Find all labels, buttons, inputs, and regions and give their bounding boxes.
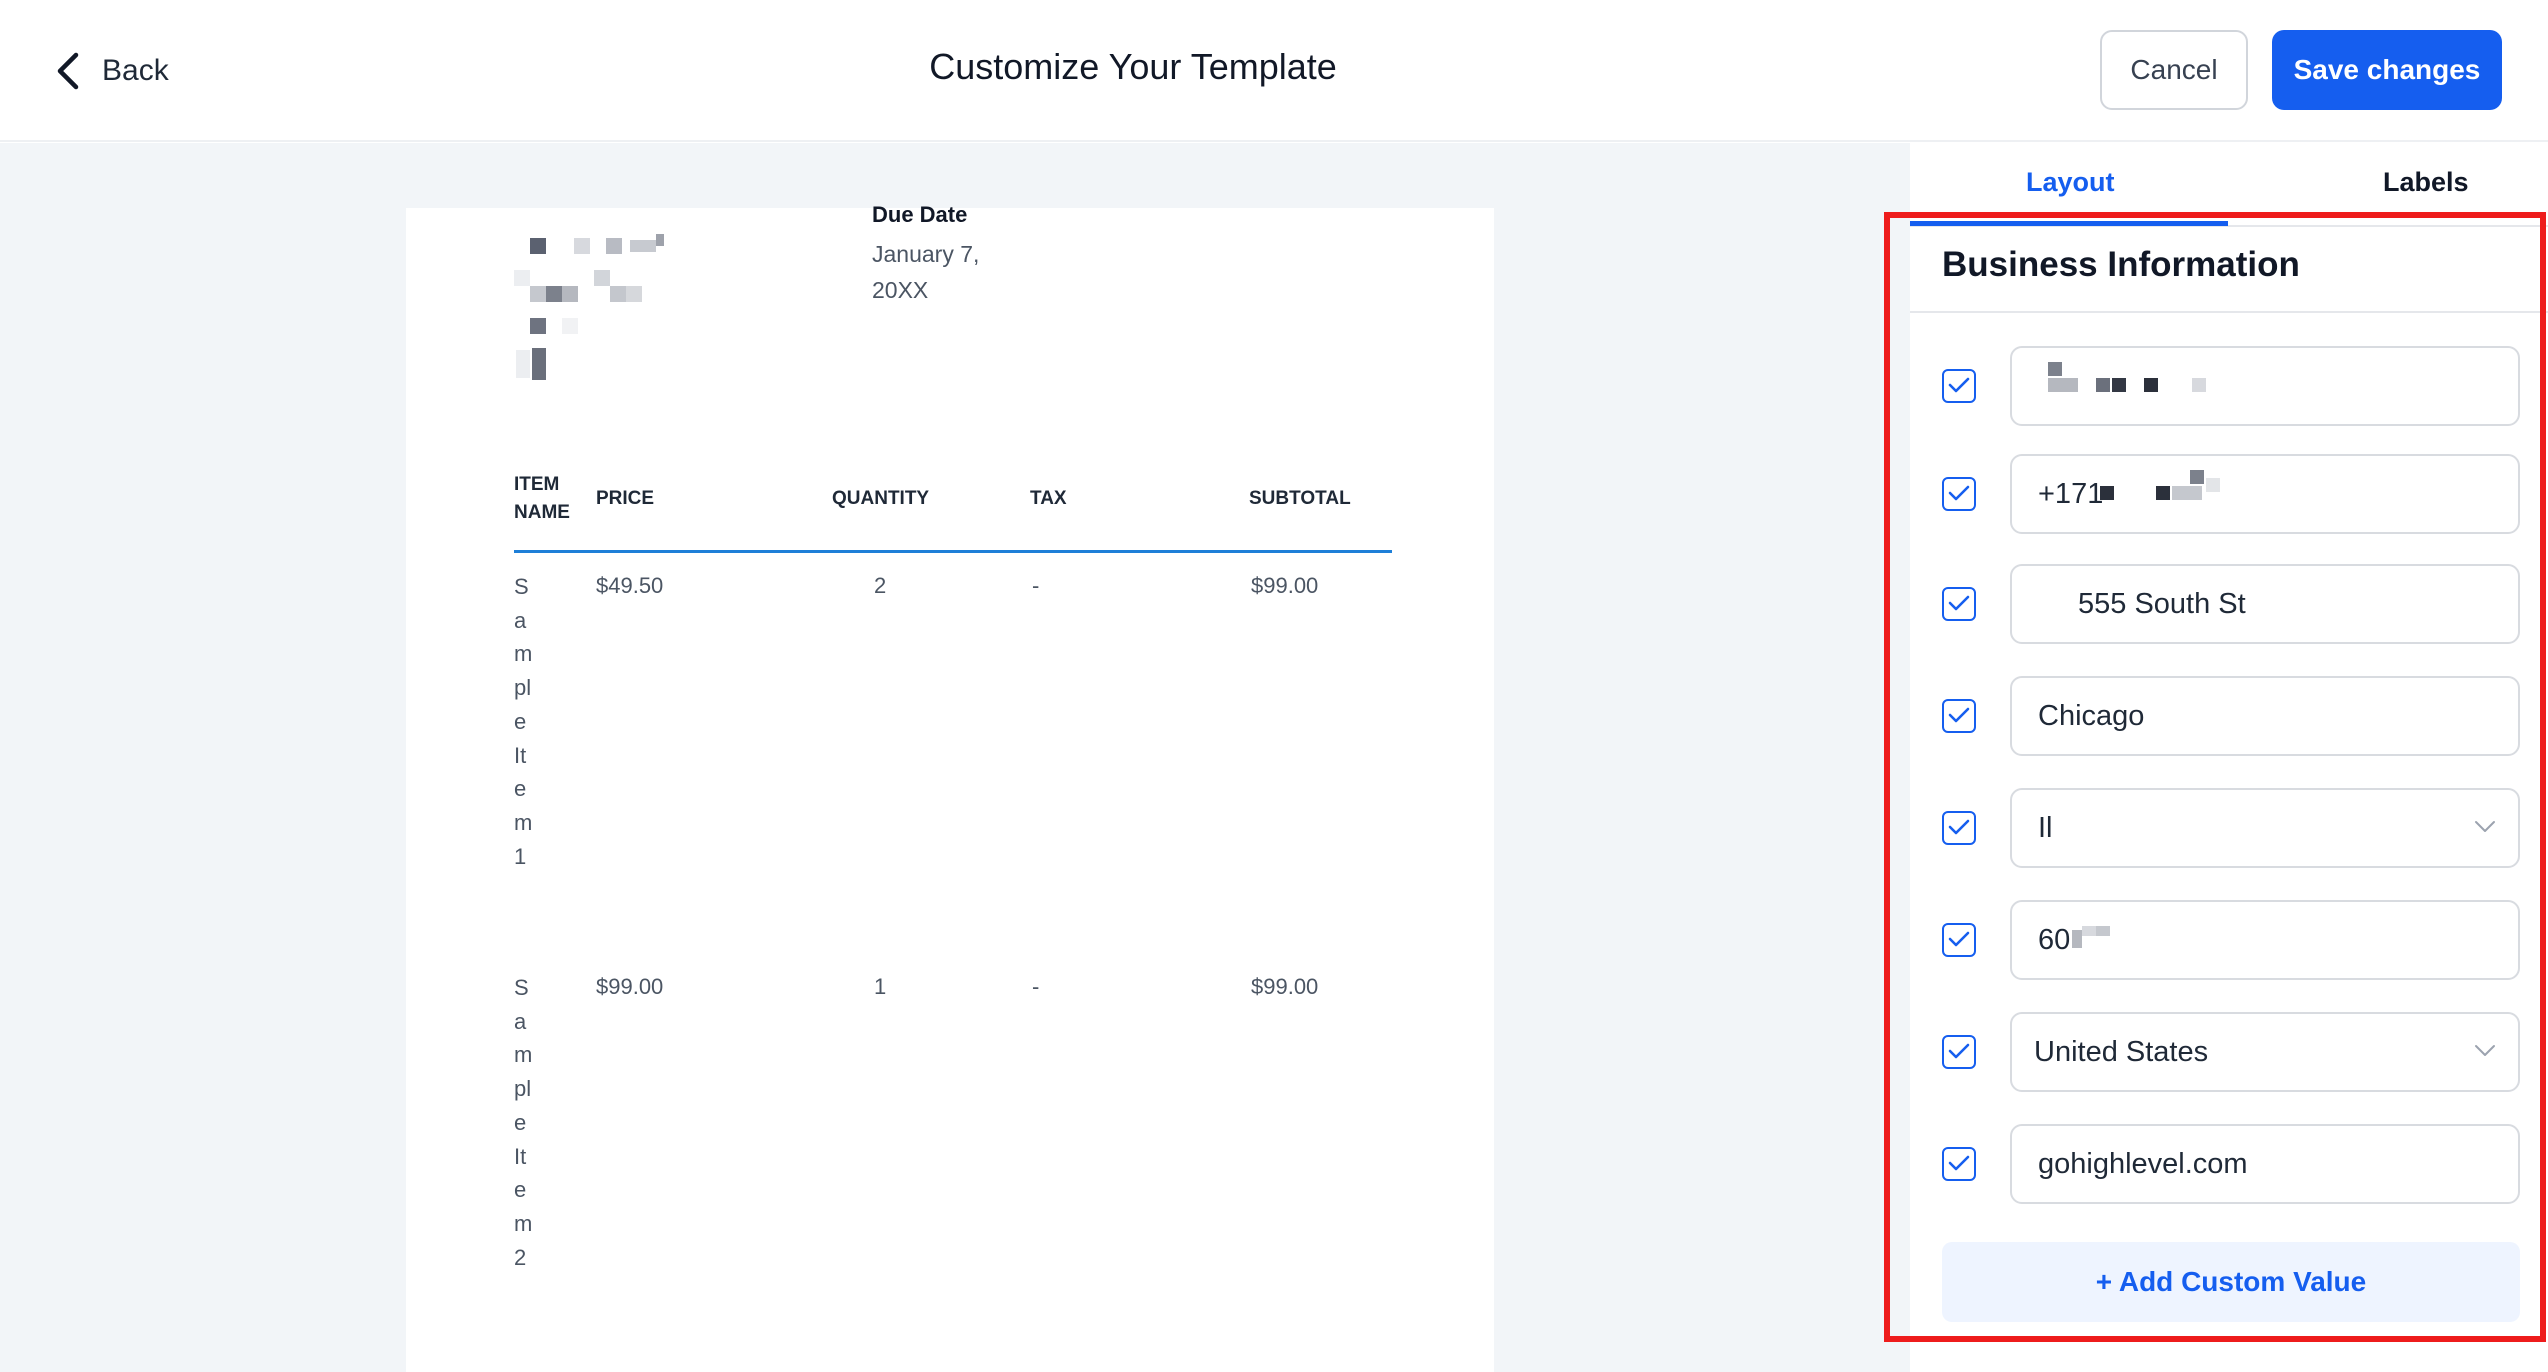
item-name-cell: Sample Item 2 — [514, 975, 533, 1270]
tab-labels[interactable]: Labels — [2383, 167, 2469, 198]
invoice-paper: Due Date January 7, 20XX ITEM NAME PRICE… — [406, 202, 1494, 1372]
page-title: Customize Your Template — [929, 46, 1337, 87]
subtotal-cell: $99.00 — [1251, 974, 1319, 999]
column-tax: TAX — [1030, 488, 1067, 509]
tab-layout[interactable]: Layout — [2026, 167, 2115, 198]
save-changes-button[interactable]: Save changes — [2272, 30, 2502, 110]
column-quantity: QUANTITY — [832, 488, 930, 509]
due-date-label: Due Date — [872, 202, 968, 227]
top-bar: Back Customize Your Template Cancel Save… — [0, 0, 2548, 142]
tax-cell: - — [1032, 974, 1040, 999]
price-cell: $99.00 — [596, 974, 664, 999]
cancel-button[interactable]: Cancel — [2100, 30, 2248, 110]
quantity-cell: 1 — [874, 974, 887, 999]
due-date-value: January 7, 20XX — [872, 241, 980, 303]
column-subtotal: SUBTOTAL — [1249, 488, 1351, 509]
quantity-cell: 2 — [874, 573, 887, 598]
invoice-preview-area: Due Date January 7, 20XX ITEM NAME PRICE… — [0, 143, 1910, 1372]
item-name-cell: Sample Item 1 — [514, 574, 533, 869]
column-item-name: ITEM NAME — [514, 474, 570, 523]
column-price: PRICE — [596, 488, 655, 509]
highlight-box — [1884, 212, 2546, 1342]
price-cell: $49.50 — [596, 573, 664, 598]
subtotal-cell: $99.00 — [1251, 573, 1319, 598]
table-header-rule — [514, 550, 1392, 553]
tax-cell: - — [1032, 573, 1040, 598]
